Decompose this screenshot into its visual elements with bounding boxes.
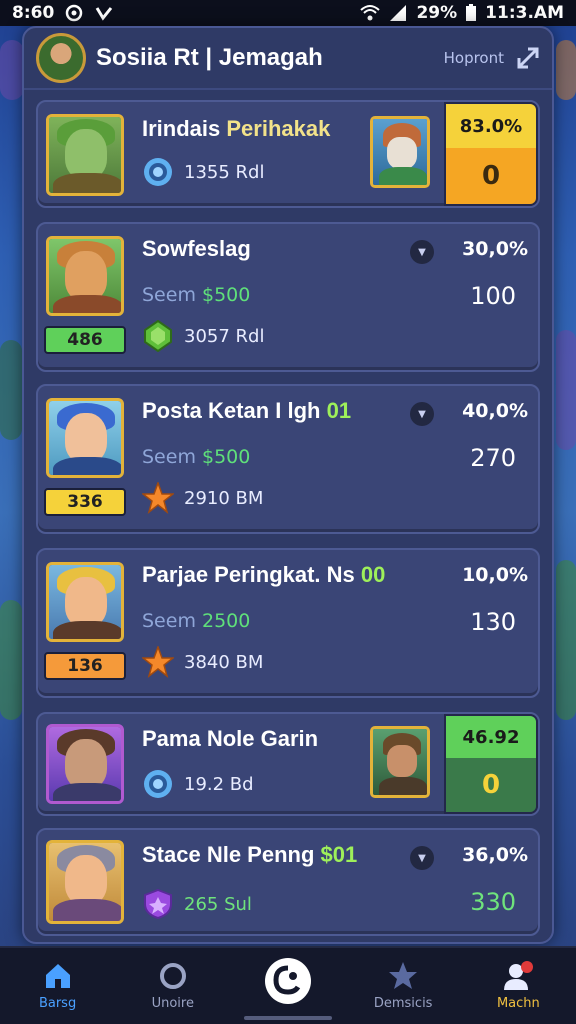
ring-icon: [159, 963, 186, 989]
leaderboard-row[interactable]: Pama Nole Garin 19.2 Bd 46.92 0: [36, 712, 540, 816]
score-box: 83.0% 0: [444, 102, 538, 206]
stat-value: 19.2 Bd: [184, 773, 254, 795]
bottom-nav: Barsg Unoire Demsicis Machn: [0, 946, 576, 1024]
stat-row: 3057 Rdl: [142, 320, 264, 352]
leaderboard-row[interactable]: 136 Parjae Peringkat. Ns 00 10,0% Seem 2…: [36, 548, 540, 698]
score-value: 0: [446, 148, 536, 204]
nav-label: Demsicis: [373, 996, 433, 1011]
orange-star-icon: [142, 646, 174, 678]
header-button[interactable]: Hopront: [444, 49, 504, 67]
user-icon: [504, 961, 534, 990]
signal-icon: [390, 5, 407, 21]
nav-label: Barsg: [38, 996, 77, 1011]
character-portrait: [46, 724, 124, 804]
character-portrait: [46, 562, 124, 642]
leaderboard-row[interactable]: Stace Nle Penng $01 ▼ 36,0% 265 Sul 330: [36, 828, 540, 936]
player-name: Irindais Perihakak: [142, 116, 331, 141]
score-value: 100: [470, 282, 516, 310]
status-bar: 8:60 29% 11:3.AM: [0, 0, 576, 26]
home-indicator: [244, 1016, 332, 1020]
stat-row: 3840 BM: [142, 646, 263, 678]
nav-demons[interactable]: Demsicis: [353, 948, 453, 1011]
rank-badge: 486: [44, 326, 126, 354]
stat-row: 19.2 Bd: [142, 768, 254, 800]
stat-row: 2910 BM: [142, 482, 263, 514]
percent-value: 30,0%: [462, 238, 528, 260]
leaderboard-row[interactable]: 336 Posta Ketan I lgh 01 ▼ 40,0% Seem $5…: [36, 384, 540, 534]
player-name: Posta Ketan I lgh 01: [142, 398, 352, 423]
stat-value: 265 Sul: [184, 893, 252, 915]
seem-value: Seem $500: [142, 446, 251, 468]
chevron-down-icon[interactable]: ▼: [410, 402, 434, 426]
character-portrait: [46, 114, 124, 196]
score-box: 46.92 0: [444, 714, 538, 814]
circle-notification-icon: [66, 4, 83, 22]
chevron-down-icon[interactable]: ▼: [410, 240, 434, 264]
chevron-down-icon[interactable]: ▼: [410, 846, 434, 870]
character-portrait: [46, 840, 124, 924]
page-title: Sosiia Rt | Jemagah: [96, 44, 323, 71]
nav-label: Machn: [496, 996, 540, 1011]
nav-home[interactable]: Barsg: [8, 948, 108, 1011]
score-value: 270: [470, 444, 516, 472]
leaderboard-row[interactable]: 486 Sowfeslag ▼ 30,0% Seem $500 100 3057…: [36, 222, 540, 372]
leaderboard-panel: Sosiia Rt | Jemagah Hopront Irindais Per…: [22, 26, 554, 944]
nav-label: Unoire: [151, 996, 194, 1011]
nav-online[interactable]: Unoire: [123, 948, 223, 1011]
score-value: 0: [446, 758, 536, 812]
opponent-portrait: [370, 726, 430, 798]
player-name: Stace Nle Penng $01: [142, 842, 358, 867]
center-action-button[interactable]: [264, 958, 311, 1004]
seem-value: Seem $500: [142, 284, 251, 306]
status-time: 8:60: [12, 3, 55, 23]
coin-icon: [144, 158, 172, 186]
rank-badge: 336: [44, 488, 126, 516]
stat-row: 1355 Rdl: [142, 156, 264, 188]
stat-row: 265 Sul: [142, 888, 252, 920]
score-percent: 83.0%: [446, 104, 536, 148]
score-value: 130: [470, 608, 516, 636]
player-name: Parjae Peringkat. Ns 00: [142, 562, 386, 587]
background-decoration: [556, 560, 576, 720]
leaderboard-row[interactable]: Irindais Perihakak 1355 Rdl 83.0% 0: [36, 100, 540, 208]
score-percent: 46.92: [446, 716, 536, 759]
avatar[interactable]: [36, 33, 86, 83]
stat-value: 3840 BM: [184, 651, 264, 673]
expand-icon[interactable]: [516, 46, 540, 70]
percent-value: 10,0%: [462, 564, 528, 586]
chat-icon: [273, 965, 301, 995]
stat-value: 2910 BM: [184, 487, 264, 509]
seem-value: Seem 2500: [142, 610, 251, 632]
background-decoration: [556, 330, 576, 450]
character-portrait: [46, 398, 124, 478]
percent-value: 36,0%: [462, 844, 528, 866]
coin-icon: [144, 770, 172, 798]
battery-icon: [466, 4, 477, 21]
player-name: Sowfeslag: [142, 236, 251, 261]
character-portrait: [46, 236, 124, 316]
nav-profile[interactable]: Machn: [468, 948, 568, 1011]
nav-center[interactable]: [238, 948, 338, 1004]
opponent-portrait: [370, 116, 430, 188]
panel-header: Sosiia Rt | Jemagah Hopront: [24, 28, 552, 90]
orange-star-icon: [142, 482, 174, 514]
background-decoration: [0, 600, 22, 720]
player-name: Pama Nole Garin: [142, 726, 319, 751]
stat-value: 3057 Rdl: [184, 325, 265, 347]
stat-value: 1355 Rdl: [184, 161, 265, 183]
background-decoration: [556, 40, 576, 100]
score-value: 330: [470, 888, 516, 916]
check-notification-icon: [96, 7, 113, 21]
status-clock: 11:3.AM: [485, 3, 564, 23]
wifi-icon: [360, 5, 381, 21]
background-decoration: [0, 40, 24, 100]
home-icon: [45, 964, 70, 988]
rank-badge: 136: [44, 652, 126, 680]
background-decoration: [0, 340, 22, 440]
star-icon: [389, 962, 418, 989]
percent-value: 40,0%: [462, 400, 528, 422]
battery-percent: 29%: [416, 3, 458, 23]
green-gem-icon: [144, 320, 172, 352]
purple-shield-icon: [144, 888, 172, 920]
